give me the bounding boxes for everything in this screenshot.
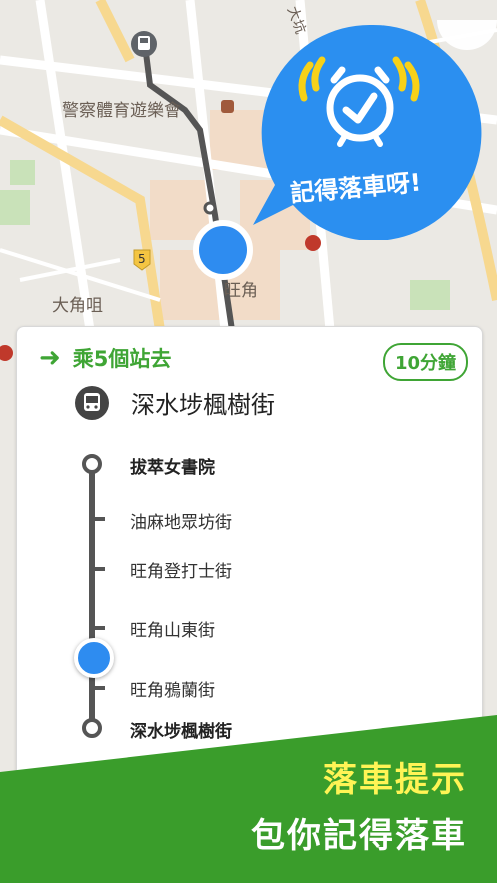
stop-item: 深水埗楓樹街 — [130, 722, 232, 742]
stop-item: 旺角登打士街 — [130, 562, 232, 582]
current-location-dot — [74, 638, 114, 678]
stop-item: 旺角山東街 — [130, 621, 215, 641]
arrow-right-icon: ➜ — [39, 343, 61, 373]
route-number-badge: 5 — [138, 252, 146, 266]
trip-card: ➜ 乘5個站去 10分鐘 深水埗楓樹街 拔萃女書院 油麻地眾坊街 旺角登打士街 … — [16, 326, 483, 788]
stop-tick — [95, 567, 105, 571]
map-label-police-club: 警察體育遊樂會 — [62, 101, 181, 121]
map-label-mong-kok: 旺角 — [224, 281, 258, 301]
stop-tick — [95, 626, 105, 630]
ride-label: 乘5個站去 — [72, 347, 172, 371]
stop-tick — [95, 517, 105, 521]
stop-tick — [95, 686, 105, 690]
stop-marker-end — [82, 718, 102, 738]
stop-item: 旺角鴉蘭街 — [130, 681, 215, 701]
eta-badge: 10分鐘 — [382, 343, 468, 381]
stop-item: 拔萃女書院 — [130, 458, 215, 478]
map-label-tai-kok-tsui: 大角咀 — [52, 296, 103, 316]
bus-stop-icon — [75, 385, 109, 420]
stop-marker-start — [82, 454, 102, 474]
promo-headline: 落車提示 — [323, 760, 467, 800]
destination-name: 深水埗楓樹街 — [131, 391, 275, 419]
destination-row: 深水埗楓樹街 — [75, 385, 275, 420]
ride-header: ➜ 乘5個站去 — [39, 343, 171, 373]
stop-item: 油麻地眾坊街 — [130, 513, 232, 533]
alarm-clock-icon — [298, 56, 420, 147]
promo-subline: 包你記得落車 — [251, 816, 467, 856]
